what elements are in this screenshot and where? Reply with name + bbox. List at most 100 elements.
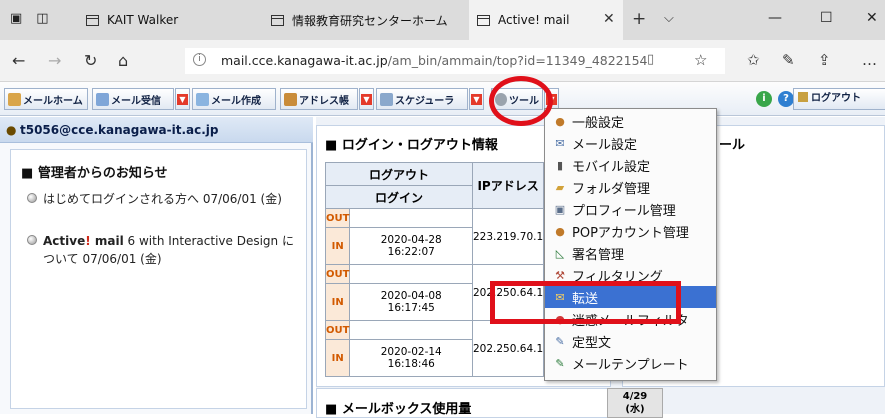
compose-icon [196,92,209,106]
scheduler-button[interactable]: スケジューラ [376,88,468,110]
calendar-icon [380,92,393,106]
annotation-circle [489,76,553,126]
col-logout: ログアウト [325,162,473,186]
forward-icon[interactable]: → [48,51,61,70]
refresh-icon[interactable]: ↻ [84,51,97,70]
signature-icon: ◺ [555,246,565,260]
ip-cell: 202.250.64.1 [471,320,545,377]
mail-home-button[interactable]: メールホーム [4,88,88,110]
info-circle-icon[interactable]: i [756,91,772,107]
dropdown-arrow-icon: ▼ [361,93,372,105]
col-login: ログイン [325,185,473,209]
notice-title: ■ 管理者からのお知らせ [21,166,168,181]
out-label: OUT [324,320,351,340]
browser-tab-bar: ▣ ◫ KAIT Walker 情報教育研究センターホーム Active! ma… [0,0,885,40]
dropdown-arrow-icon: ▼ [177,93,188,105]
url-field[interactable]: i mail.cce.kanagawa-it.ac.jp/am_bin/amma… [185,48,725,74]
maximize-icon[interactable]: ☐ [820,10,833,26]
ip-cell: 223.219.70.1 [471,208,545,265]
pen-icon[interactable]: ✎ [782,51,795,69]
set-aside-tabs-icon[interactable]: ◫ [36,11,48,26]
menu-item-mail-settings[interactable]: ✉ メール設定 [545,132,716,154]
in-label: IN [324,283,351,321]
in-label: IN [324,227,351,265]
tab-actions: ▣ ◫ [10,11,49,26]
menu-item-general-settings[interactable]: ● 一般設定 [545,110,716,132]
inbox-icon [96,92,109,106]
favorite-star-icon[interactable]: ☆ [694,51,707,69]
tab-label: 情報教育研究センターホーム [292,13,448,28]
menu-item-pop-account[interactable]: ● POPアカウント管理 [545,220,716,242]
tools-menu: ● 一般設定 ✉ メール設定 ▮ モバイル設定 ▰ フォルダ管理 ▣ プロフィール管理 ●… [544,108,717,381]
info-icon[interactable]: i [193,53,206,66]
notice-box: ■ 管理者からのお知らせ はじめてログインされる方へ 07/06/01 (金) … [10,149,307,409]
notice-item-active-mail[interactable]: Active! mail 6 with Interactive Design に… [27,232,299,268]
template-text-icon: ✎ [555,334,565,348]
close-tab-icon[interactable]: ✕ [603,11,615,27]
user-header: ● t5056@cce.kanagawa-it.ac.jp [0,117,313,143]
url-text: mail.cce.kanagawa-it.ac.jp/am_bin/ammain… [221,53,648,68]
pop-account-icon: ● [555,224,565,238]
tab-active-mail[interactable]: Active! mail [469,0,623,40]
chevron-down-icon[interactable]: ⌵ [664,11,674,26]
mail-compose-button[interactable]: メール作成 [192,88,276,110]
new-tab-icon[interactable]: + [632,9,646,29]
window-close-icon[interactable]: ✕ [866,10,878,26]
mail-receive-dropdown[interactable]: ▼ [175,88,190,110]
menu-item-signature[interactable]: ◺ 署名管理 [545,242,716,264]
app-toolbar: メールホーム メール受信 ▼ メール作成 アドレス帳 ▼ スケジューラ ▼ ツー… [0,82,885,116]
notice-item-first-login[interactable]: はじめてログインされる方へ 07/06/01 (金) [27,190,299,208]
address-book-dropdown[interactable]: ▼ [359,88,374,110]
menu-item-mail-template[interactable]: ✎ メールテンプレート [545,352,716,374]
mail-settings-icon: ✉ [555,136,565,150]
tab-kait-walker[interactable]: KAIT Walker [86,0,256,40]
schedule-title-fragment: ール [719,138,746,153]
user-icon: ● [6,123,17,137]
help-icons: i ? [756,91,794,107]
login-time-cell: 2020-02-14 16:18:46 [349,339,473,377]
annotation-rectangle [490,281,681,324]
reading-view-icon[interactable]: ▯ [647,52,654,67]
menu-item-folder-management[interactable]: ▰ フォルダ管理 [545,176,716,198]
help-icon[interactable]: ? [778,91,794,107]
logout-icon [798,92,808,102]
menu-item-template-text[interactable]: ✎ 定型文 [545,330,716,352]
address-bar-row: ← → ↻ ⌂ i mail.cce.kanagawa-it.ac.jp/am_… [0,40,885,82]
bullet-icon [27,193,37,203]
tab-info-center[interactable]: 情報教育研究センターホーム [271,0,467,40]
mobile-icon: ▮ [556,158,564,172]
tab-label: KAIT Walker [107,13,179,27]
col-ip: IPアドレス [471,162,545,209]
house-icon [8,92,21,106]
in-label: IN [324,339,351,377]
mail-template-icon: ✎ [555,356,565,370]
back-icon[interactable]: ← [12,51,25,70]
address-book-button[interactable]: アドレス帳 [280,88,358,110]
share-icon[interactable]: ⇪ [818,51,831,69]
filter-icon: ⚒ [555,268,565,282]
favorites-list-icon[interactable]: ✩ [747,51,760,69]
folder-icon: ▰ [555,180,565,194]
login-info-title: ■ ログイン・ログアウト情報 [325,138,498,153]
settings-icon: ● [555,114,565,128]
user-email: t5056@cce.kanagawa-it.ac.jp [20,123,219,137]
menu-item-mobile-settings[interactable]: ▮ モバイル設定 [545,154,716,176]
out-label: OUT [324,208,351,228]
login-table: ログアウト IPアドレス ログイン OUT 223.219.70.1 IN 20… [324,162,545,377]
scheduler-dropdown[interactable]: ▼ [469,88,484,110]
login-time-cell: 2020-04-08 16:17:45 [349,283,473,321]
page-icon [477,14,490,26]
login-time-cell: 2020-04-28 16:22:07 [349,227,473,265]
home-icon[interactable]: ⌂ [118,51,128,70]
logout-button[interactable]: ログアウト [793,88,885,110]
out-label: OUT [324,264,351,284]
menu-item-profile-management[interactable]: ▣ プロフィール管理 [545,198,716,220]
profile-icon: ▣ [554,202,566,216]
address-book-icon [284,92,297,106]
minimize-icon[interactable]: — [768,10,782,26]
page-icon [86,14,99,26]
tab-preview-icon[interactable]: ▣ [10,11,22,26]
mail-receive-button[interactable]: メール受信 [92,88,174,110]
more-icon[interactable]: … [862,51,877,69]
tab-label: Active! mail [498,13,570,27]
